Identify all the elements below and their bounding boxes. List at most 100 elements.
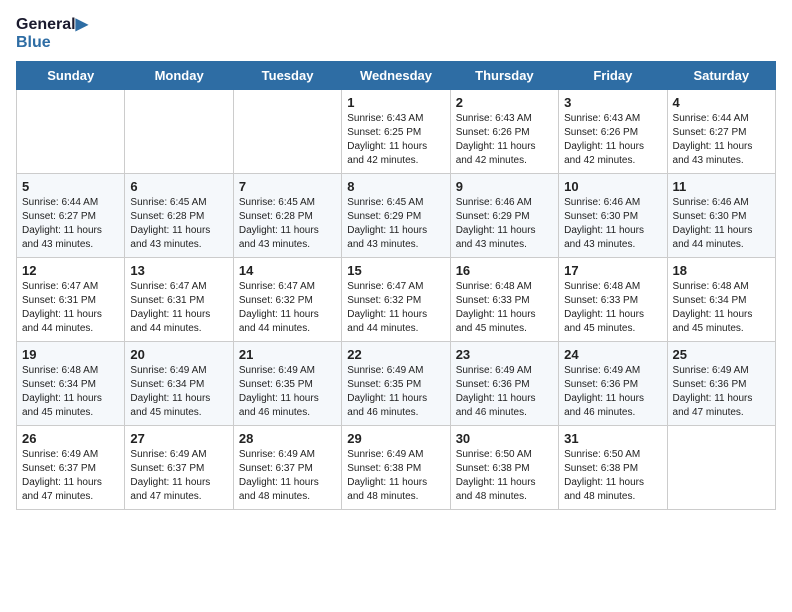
day-info: Sunrise: 6:49 AMSunset: 6:37 PMDaylight:… [22,448,119,504]
day-info: Sunrise: 6:48 AMSunset: 6:33 PMDaylight:… [564,280,661,336]
calendar-table: SundayMondayTuesdayWednesdayThursdayFrid… [16,61,776,510]
calendar-week-row: 12 Sunrise: 6:47 AMSunset: 6:31 PMDayligh… [17,258,776,342]
calendar-cell: 25 Sunrise: 6:49 AMSunset: 6:36 PMDayligh… [667,342,775,426]
calendar-cell: 14 Sunrise: 6:47 AMSunset: 6:32 PMDayligh… [233,258,341,342]
calendar-cell: 31 Sunrise: 6:50 AMSunset: 6:38 PMDayligh… [559,426,667,510]
day-number: 11 [673,179,770,194]
calendar-cell: 15 Sunrise: 6:47 AMSunset: 6:32 PMDayligh… [342,258,450,342]
day-number: 9 [456,179,553,194]
calendar-cell: 2 Sunrise: 6:43 AMSunset: 6:26 PMDaylight… [450,90,558,174]
calendar-cell: 26 Sunrise: 6:49 AMSunset: 6:37 PMDayligh… [17,426,125,510]
calendar-cell: 6Sunrise: 6:45 AMSunset: 6:28 PMDaylight… [125,174,233,258]
day-number: 7 [239,179,336,194]
day-info: Sunrise: 6:49 AMSunset: 6:37 PMDaylight:… [239,448,336,504]
day-info: Sunrise: 6:46 AMSunset: 6:29 PMDaylight:… [456,196,553,252]
calendar-cell: 13Sunrise: 6:47 AMSunset: 6:31 PMDayligh… [125,258,233,342]
day-of-week-header: Saturday [667,62,775,90]
day-number: 28 [239,431,336,446]
day-of-week-header: Wednesday [342,62,450,90]
day-info: Sunrise: 6:45 AMSunset: 6:28 PMDaylight:… [130,196,227,252]
day-of-week-header: Tuesday [233,62,341,90]
day-of-week-header: Monday [125,62,233,90]
day-info: Sunrise: 6:49 AMSunset: 6:35 PMDaylight:… [239,364,336,420]
day-info: Sunrise: 6:48 AMSunset: 6:33 PMDaylight:… [456,280,553,336]
calendar-cell: 23Sunrise: 6:49 AMSunset: 6:36 PMDayligh… [450,342,558,426]
day-number: 26 [22,431,119,446]
day-number: 25 [673,347,770,362]
day-number: 5 [22,179,119,194]
day-number: 27 [130,431,227,446]
calendar-cell: 16 Sunrise: 6:48 AMSunset: 6:33 PMDayligh… [450,258,558,342]
calendar-cell: 19 Sunrise: 6:48 AMSunset: 6:34 PMDayligh… [17,342,125,426]
day-info: Sunrise: 6:43 AMSunset: 6:26 PMDaylight:… [456,112,553,168]
day-info: Sunrise: 6:49 AMSunset: 6:34 PMDaylight:… [130,364,227,420]
calendar-cell: 27 Sunrise: 6:49 AMSunset: 6:37 PMDayligh… [125,426,233,510]
calendar-cell: 29Sunrise: 6:49 AMSunset: 6:38 PMDayligh… [342,426,450,510]
day-number: 22 [347,347,444,362]
day-number: 20 [130,347,227,362]
calendar-week-row: 19 Sunrise: 6:48 AMSunset: 6:34 PMDayligh… [17,342,776,426]
day-info: Sunrise: 6:49 AMSunset: 6:37 PMDaylight:… [130,448,227,504]
calendar-cell: 4 Sunrise: 6:44 AMSunset: 6:27 PMDaylight… [667,90,775,174]
calendar-cell: 8 Sunrise: 6:45 AMSunset: 6:29 PMDaylight… [342,174,450,258]
day-info: Sunrise: 6:46 AMSunset: 6:30 PMDaylight:… [673,196,770,252]
calendar-header-row: SundayMondayTuesdayWednesdayThursdayFrid… [17,62,776,90]
calendar-week-row: 26 Sunrise: 6:49 AMSunset: 6:37 PMDayligh… [17,426,776,510]
day-number: 1 [347,95,444,110]
day-info: Sunrise: 6:45 AMSunset: 6:28 PMDaylight:… [239,196,336,252]
calendar-cell [125,90,233,174]
day-of-week-header: Thursday [450,62,558,90]
day-of-week-header: Friday [559,62,667,90]
calendar-cell: 1 Sunrise: 6:43 AMSunset: 6:25 PMDaylight… [342,90,450,174]
day-number: 21 [239,347,336,362]
calendar-cell: 11 Sunrise: 6:46 AMSunset: 6:30 PMDayligh… [667,174,775,258]
day-info: Sunrise: 6:47 AMSunset: 6:31 PMDaylight:… [130,280,227,336]
calendar-cell: 21 Sunrise: 6:49 AMSunset: 6:35 PMDayligh… [233,342,341,426]
day-number: 18 [673,263,770,278]
day-number: 19 [22,347,119,362]
calendar-cell: 17 Sunrise: 6:48 AMSunset: 6:33 PMDayligh… [559,258,667,342]
day-info: Sunrise: 6:43 AMSunset: 6:26 PMDaylight:… [564,112,661,168]
day-number: 10 [564,179,661,194]
day-info: Sunrise: 6:49 AMSunset: 6:38 PMDaylight:… [347,448,444,504]
day-info: Sunrise: 6:44 AMSunset: 6:27 PMDaylight:… [673,112,770,168]
calendar-cell: 28 Sunrise: 6:49 AMSunset: 6:37 PMDayligh… [233,426,341,510]
calendar-cell: 22 Sunrise: 6:49 AMSunset: 6:35 PMDayligh… [342,342,450,426]
day-of-week-header: Sunday [17,62,125,90]
day-info: Sunrise: 6:47 AMSunset: 6:31 PMDaylight:… [22,280,119,336]
day-info: Sunrise: 6:47 AMSunset: 6:32 PMDaylight:… [347,280,444,336]
day-number: 2 [456,95,553,110]
day-info: Sunrise: 6:49 AMSunset: 6:36 PMDaylight:… [673,364,770,420]
day-number: 24 [564,347,661,362]
day-number: 3 [564,95,661,110]
calendar-cell: 9 Sunrise: 6:46 AMSunset: 6:29 PMDaylight… [450,174,558,258]
day-info: Sunrise: 6:46 AMSunset: 6:30 PMDaylight:… [564,196,661,252]
day-info: Sunrise: 6:43 AMSunset: 6:25 PMDaylight:… [347,112,444,168]
day-number: 12 [22,263,119,278]
calendar-cell [667,426,775,510]
calendar-week-row: 5Sunrise: 6:44 AMSunset: 6:27 PMDaylight… [17,174,776,258]
day-number: 31 [564,431,661,446]
day-number: 30 [456,431,553,446]
calendar-cell: 18 Sunrise: 6:48 AMSunset: 6:34 PMDayligh… [667,258,775,342]
day-info: Sunrise: 6:48 AMSunset: 6:34 PMDaylight:… [673,280,770,336]
day-number: 15 [347,263,444,278]
day-info: Sunrise: 6:45 AMSunset: 6:29 PMDaylight:… [347,196,444,252]
logo: General▶ Blue [16,16,88,51]
calendar-cell [233,90,341,174]
day-info: Sunrise: 6:47 AMSunset: 6:32 PMDaylight:… [239,280,336,336]
calendar-cell [17,90,125,174]
day-info: Sunrise: 6:49 AMSunset: 6:35 PMDaylight:… [347,364,444,420]
day-number: 8 [347,179,444,194]
day-number: 17 [564,263,661,278]
calendar-cell: 5Sunrise: 6:44 AMSunset: 6:27 PMDaylight… [17,174,125,258]
day-info: Sunrise: 6:50 AMSunset: 6:38 PMDaylight:… [456,448,553,504]
day-number: 14 [239,263,336,278]
day-info: Sunrise: 6:48 AMSunset: 6:34 PMDaylight:… [22,364,119,420]
calendar-cell: 3 Sunrise: 6:43 AMSunset: 6:26 PMDaylight… [559,90,667,174]
calendar-cell: 30 Sunrise: 6:50 AMSunset: 6:38 PMDayligh… [450,426,558,510]
calendar-cell: 10 Sunrise: 6:46 AMSunset: 6:30 PMDayligh… [559,174,667,258]
day-info: Sunrise: 6:50 AMSunset: 6:38 PMDaylight:… [564,448,661,504]
day-number: 16 [456,263,553,278]
day-number: 4 [673,95,770,110]
